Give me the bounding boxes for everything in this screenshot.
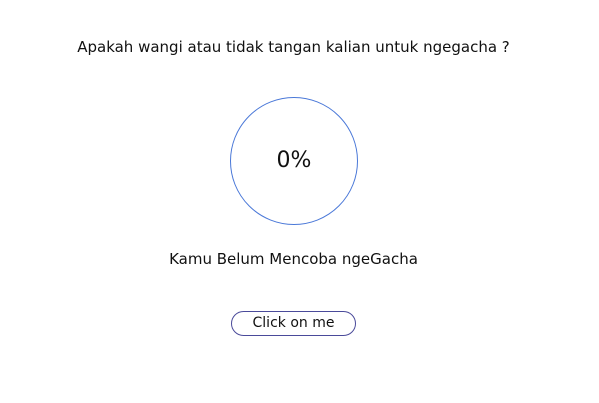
gacha-button[interactable]: Click on me	[231, 311, 356, 336]
status-text: Kamu Belum Mencoba ngeGacha	[169, 250, 418, 268]
question-text: Apakah wangi atau tidak tangan kalian un…	[77, 38, 510, 56]
progress-ring: 0%	[230, 97, 358, 225]
progress-percent: 0%	[276, 148, 312, 173]
